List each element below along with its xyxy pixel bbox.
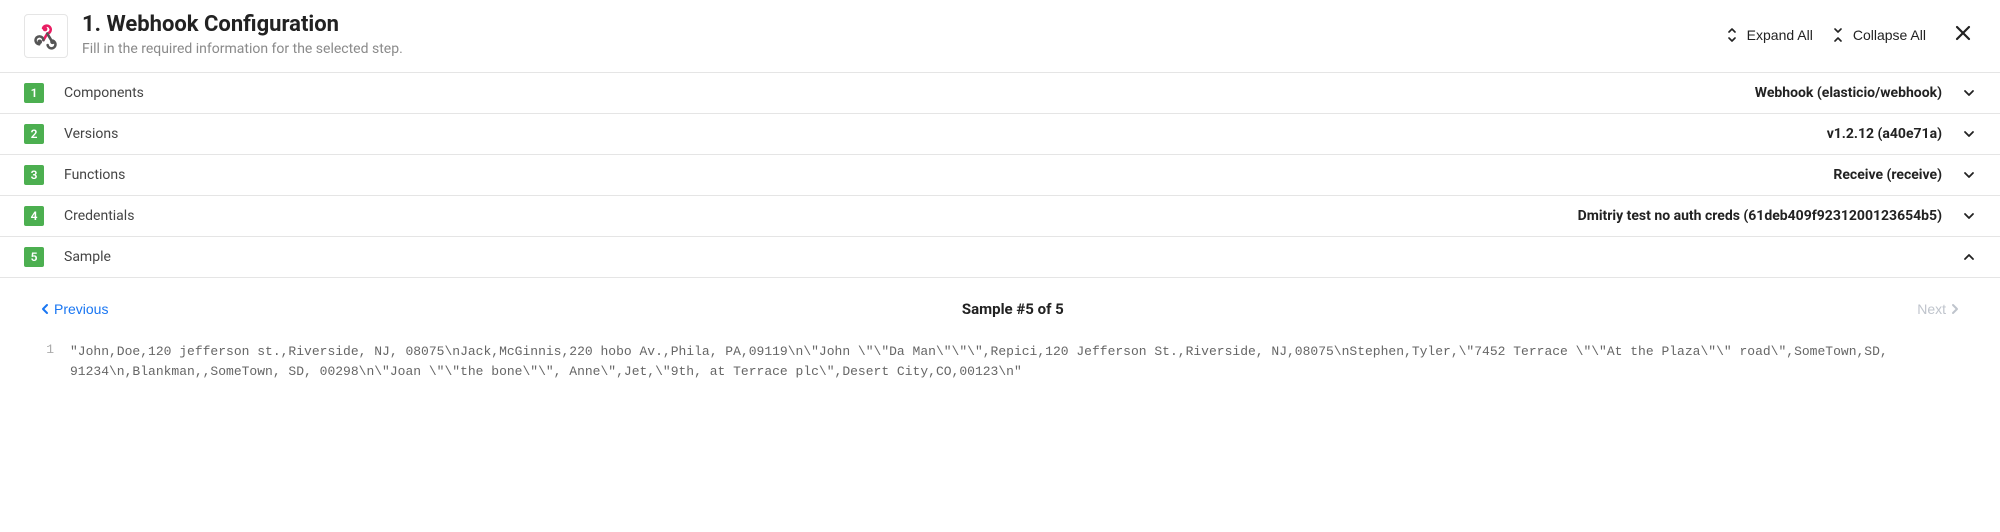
close-button[interactable] [1950,20,1976,49]
step-label: Credentials [64,208,134,224]
close-icon [1954,24,1972,42]
step-value: v1.2.12 (a40e71a) [1827,126,1942,142]
step-row-sample[interactable]: 5 Sample [0,237,2000,278]
chevron-right-icon [1950,303,1960,315]
step-number-badge: 1 [24,83,44,103]
step-label: Sample [64,249,111,265]
step-row-functions[interactable]: 3 Functions Receive (receive) [0,155,2000,196]
chevron-down-icon [1962,86,1976,100]
expand-all-button[interactable]: Expand All [1725,27,1813,43]
panel-header: 1. Webhook Configuration Fill in the req… [0,0,2000,73]
webhook-icon [24,14,68,58]
chevron-left-icon [40,303,50,315]
step-label: Components [64,85,144,101]
step-number-badge: 5 [24,247,44,267]
line-number: 1 [38,342,70,382]
collapse-all-button[interactable]: Collapse All [1831,27,1926,43]
step-value: Webhook (elasticio/webhook) [1755,85,1942,101]
next-button[interactable]: Next [1917,301,1960,317]
step-row-credentials[interactable]: 4 Credentials Dmitriy test no auth creds (… [0,196,2000,237]
sample-code-block: 1 "John,Doe,120 jefferson st.,Riverside,… [0,334,2000,402]
sample-counter: Sample #5 of 5 [108,300,1917,318]
step-value: Receive (receive) [1833,167,1942,183]
step-label: Functions [64,167,125,183]
step-label: Versions [64,126,118,142]
sample-code: "John,Doe,120 jefferson st.,Riverside, N… [70,342,1962,382]
step-number-badge: 3 [24,165,44,185]
expand-all-icon [1725,28,1739,42]
step-value: Dmitriy test no auth creds (61deb409f923… [1578,208,1942,224]
previous-label: Previous [54,301,108,317]
chevron-down-icon [1962,168,1976,182]
chevron-down-icon [1962,209,1976,223]
step-number-badge: 4 [24,206,44,226]
sample-nav: Previous Sample #5 of 5 Next [0,278,2000,334]
collapse-all-label: Collapse All [1853,27,1926,43]
step-number-badge: 2 [24,124,44,144]
step-row-components[interactable]: 1 Components Webhook (elasticio/webhook) [0,73,2000,114]
page-subtitle: Fill in the required information for the… [82,41,1711,57]
page-title: 1. Webhook Configuration [82,12,1711,37]
chevron-up-icon [1962,250,1976,264]
previous-button[interactable]: Previous [40,301,108,317]
expand-all-label: Expand All [1747,27,1813,43]
chevron-down-icon [1962,127,1976,141]
next-label: Next [1917,301,1946,317]
step-row-versions[interactable]: 2 Versions v1.2.12 (a40e71a) [0,114,2000,155]
collapse-all-icon [1831,28,1845,42]
